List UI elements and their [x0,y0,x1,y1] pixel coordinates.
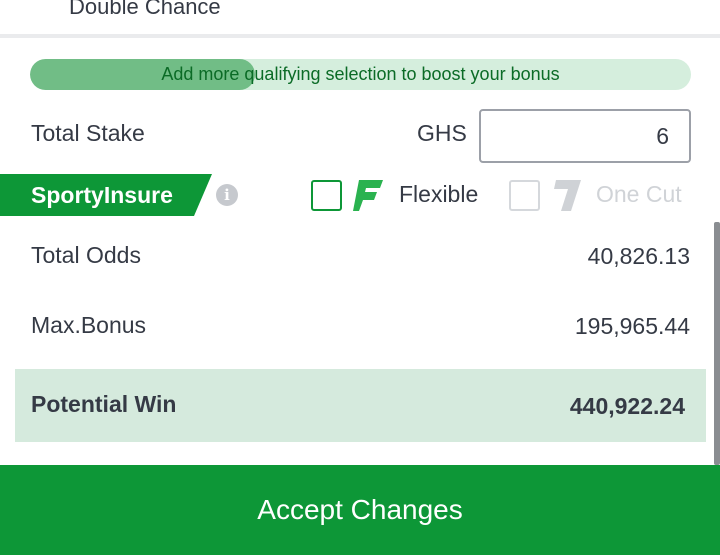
flexible-label[interactable]: Flexible [399,181,478,208]
bottom-edge [0,555,720,560]
bonus-boost-message: Add more qualifying selection to boost y… [161,64,560,84]
sportyinsure-tag: SportyInsure [0,174,212,216]
accept-changes-button[interactable]: Accept Changes [0,465,720,555]
currency-label: GHS [417,120,467,146]
one-cut-label[interactable]: One Cut [596,181,682,208]
flexible-checkbox[interactable] [311,180,342,211]
one-cut-icon [554,180,581,211]
market-row: Double Chance [0,0,720,38]
stake-input[interactable] [479,109,691,163]
potential-win-row: Potential Win 440,922.24 [15,369,706,442]
max-bonus-label: Max.Bonus [31,312,147,338]
market-label: Double Chance [69,0,221,19]
sportyinsure-label: SportyInsure [31,182,173,208]
bonus-boost-progress: Add more qualifying selection to boost y… [30,59,691,90]
total-odds-label: Total Odds [31,242,141,268]
max-bonus-value: 195,965.44 [574,313,690,339]
info-icon[interactable]: i [216,184,238,206]
scrollbar[interactable] [714,222,720,465]
flexible-f-icon [353,180,383,211]
total-stake-label: Total Stake [31,120,145,146]
potential-win-value: 440,922.24 [569,393,685,419]
total-odds-value: 40,826.13 [587,243,690,269]
one-cut-checkbox[interactable] [509,180,540,211]
potential-win-label: Potential Win [31,391,177,417]
